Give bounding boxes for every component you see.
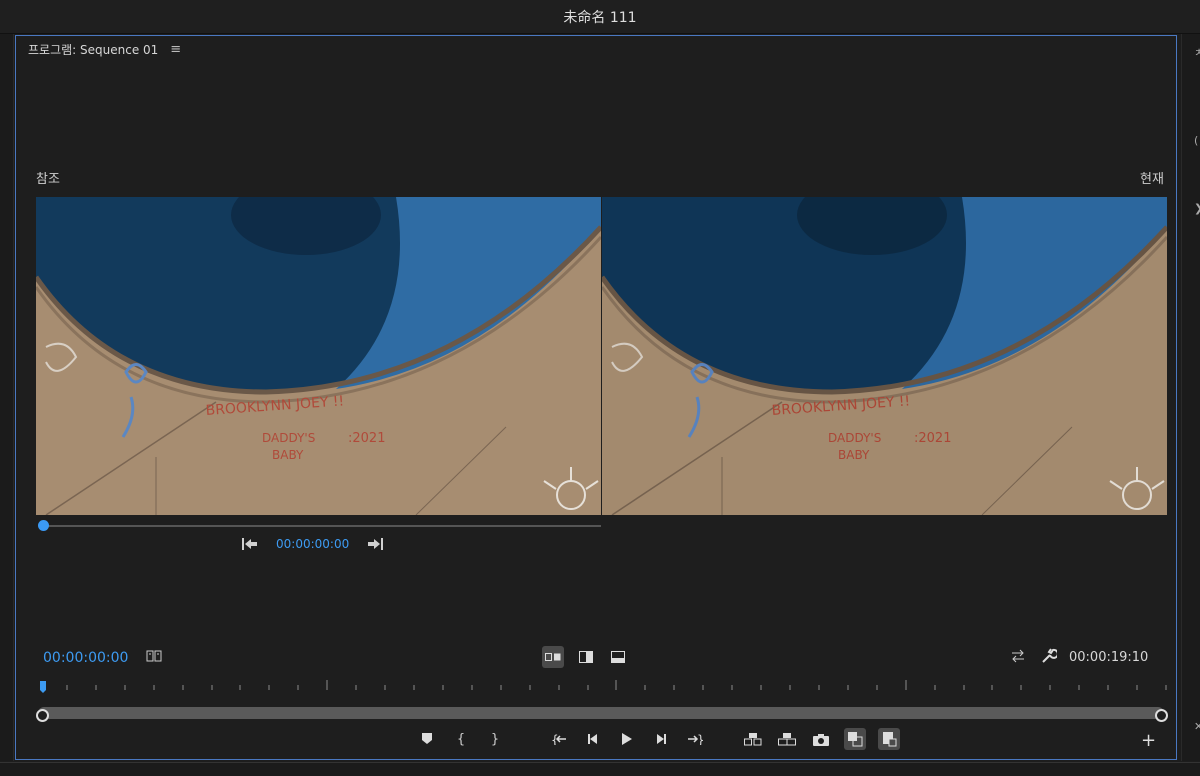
reference-scrub-track[interactable] [40,525,601,527]
playhead-marker-icon [40,681,46,693]
svg-text:BABY: BABY [272,448,304,462]
right-panel-fragment-2: ( [1194,134,1199,147]
window-title-bar: 未命名 111 [0,0,1200,34]
svg-text::2021: :2021 [914,431,951,446]
svg-text:DADDY'S: DADDY'S [828,431,881,445]
zoom-bar-left-handle[interactable] [36,709,49,722]
left-panel-edge [0,34,14,761]
button-editor-plus-icon[interactable]: + [1141,730,1156,751]
zoom-bar-right-handle[interactable] [1155,709,1168,722]
comparison-view-icon[interactable] [844,728,866,750]
program-monitor-panel: 프로그램: Sequence 01 ≡ 참조 현재 BROOKLYNN JOEY… [15,35,1177,760]
hamburger-menu-icon[interactable]: ≡ [170,42,181,57]
play-icon[interactable] [616,728,638,750]
add-marker-icon[interactable] [416,728,438,750]
step-forward-icon[interactable] [650,728,672,750]
reference-prev-edit-icon[interactable] [242,538,258,550]
vertical-split-icon[interactable] [575,646,597,668]
insert-icon[interactable] [742,728,764,750]
step-back-icon[interactable] [582,728,604,750]
swap-sides-icon[interactable] [1010,649,1026,663]
right-panel-fragment: ㅊ [1194,46,1200,59]
reference-label: 참조 [36,172,60,187]
reference-scrub-handle[interactable] [38,520,49,531]
mark-in-icon[interactable]: { [450,728,472,750]
export-frame-icon[interactable] [810,728,832,750]
go-to-in-icon[interactable]: { [548,728,570,750]
panel-tab[interactable]: 프로그램: Sequence 01 ≡ [28,41,181,58]
current-frame-image: BROOKLYNN JOEY !! DADDY'S BABY :2021 [602,197,1167,515]
playhead-timecode[interactable]: 00:00:00:00 [43,650,128,666]
reference-timecode[interactable]: 00:00:00:00 [276,537,349,551]
zoom-scroll-bar[interactable] [38,707,1164,719]
panel-title: 프로그램: Sequence 01 [28,43,159,57]
duration-timecode: 00:00:19:10 [1069,650,1149,665]
current-label: 현재 [1140,172,1164,187]
reference-controls: 00:00:00:00 [242,537,384,551]
side-by-side-icon[interactable] [542,646,564,668]
right-panel-close-icon[interactable]: ✕ [1194,720,1200,733]
settings-wrench-icon[interactable] [1041,648,1057,664]
right-panel-edge: ㅊ ( ❯ ✕ [1181,34,1200,761]
svg-text:DADDY'S: DADDY'S [262,431,315,445]
reference-next-edit-icon[interactable] [367,538,384,550]
time-ruler[interactable] [40,676,1168,698]
window-title: 未命名 111 [563,9,637,26]
svg-text::2021: :2021 [348,431,385,446]
transport-controls: { } { } [416,728,900,750]
mark-out-icon[interactable]: } [484,728,506,750]
horizontal-split-icon[interactable] [607,646,629,668]
lower-panels-strip [0,762,1200,776]
overwrite-icon[interactable] [776,728,798,750]
go-to-out-icon[interactable]: } [684,728,706,750]
svg-text:BABY: BABY [838,448,870,462]
right-panel-chevron-icon[interactable]: ❯ [1194,202,1200,215]
proxy-toggle-icon[interactable] [878,728,900,750]
select-zoom-icon[interactable] [146,649,162,663]
svg-text:}: } [697,733,703,745]
reference-frame-image: BROOKLYNN JOEY !! DADDY'S BABY :2021 [36,197,601,515]
